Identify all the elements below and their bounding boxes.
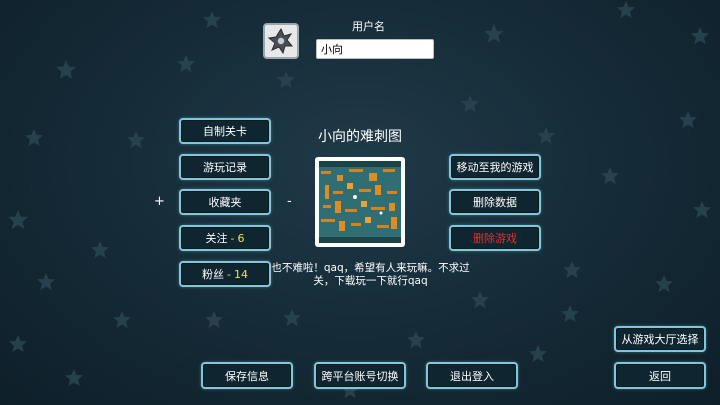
star-badge-icon bbox=[268, 28, 294, 54]
following-count: 6 bbox=[237, 231, 245, 245]
delete-game-button[interactable]: 删除游戏 bbox=[449, 225, 541, 251]
select-from-lobby-button[interactable]: 从游戏大厅选择 bbox=[614, 326, 706, 352]
delete-data-button[interactable]: 删除数据 bbox=[449, 189, 541, 215]
followers-separator: - bbox=[227, 267, 231, 281]
followers-count: 14 bbox=[233, 267, 248, 281]
followers-button[interactable]: 粉丝 - 14 bbox=[179, 261, 271, 287]
plus-button[interactable]: + bbox=[154, 194, 165, 209]
username-input[interactable] bbox=[316, 39, 434, 59]
level-preview-image bbox=[319, 161, 401, 243]
minus-button[interactable]: - bbox=[287, 194, 292, 209]
logout-button[interactable]: 退出登入 bbox=[426, 362, 518, 389]
following-separator: - bbox=[230, 231, 235, 245]
cross-platform-switch-button[interactable]: 跨平台账号切换 bbox=[314, 362, 406, 389]
following-button[interactable]: 关注 - 6 bbox=[179, 225, 271, 251]
following-label: 关注 bbox=[205, 232, 228, 245]
level-thumbnail[interactable] bbox=[315, 157, 405, 247]
custom-levels-button[interactable]: 自制关卡 bbox=[179, 118, 271, 144]
save-info-button[interactable]: 保存信息 bbox=[201, 362, 293, 389]
favorites-button[interactable]: 收藏夹 bbox=[179, 189, 271, 215]
followers-label: 粉丝 bbox=[202, 268, 224, 281]
back-button[interactable]: 返回 bbox=[614, 362, 706, 389]
level-title: 小向的难刺图 bbox=[318, 129, 402, 145]
username-label: 用户名 bbox=[352, 20, 385, 33]
avatar[interactable] bbox=[263, 23, 299, 59]
level-description: 也不难啦！qaq，希望有人来玩嘛。不求过关，下载玩一下就行qaq bbox=[271, 262, 470, 287]
move-to-my-games-button[interactable]: 移动至我的游戏 bbox=[449, 154, 541, 180]
play-history-button[interactable]: 游玩记录 bbox=[179, 154, 271, 180]
